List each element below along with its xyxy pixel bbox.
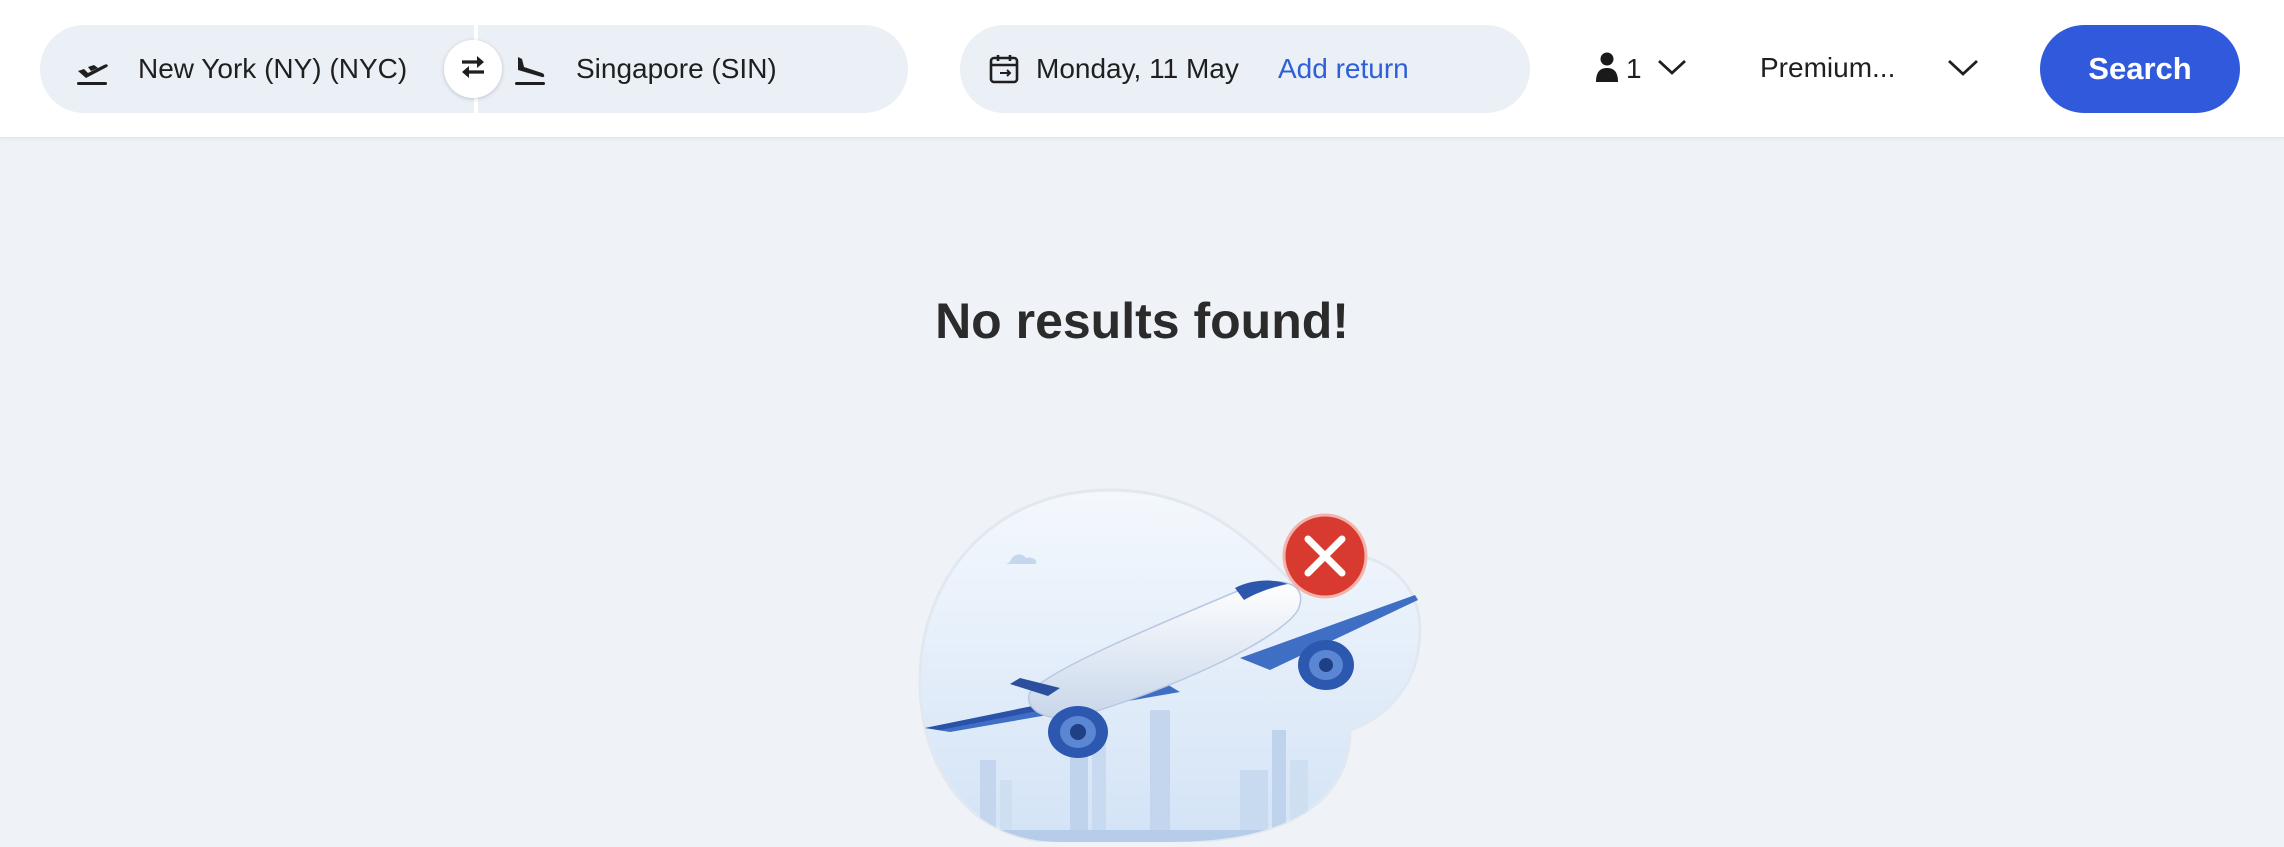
chevron-down-icon — [1656, 57, 1688, 82]
plane-landing-icon — [512, 53, 548, 92]
person-icon — [1594, 51, 1620, 88]
close-circle-icon — [1282, 513, 1368, 599]
calendar-icon — [988, 53, 1020, 90]
add-return-link[interactable]: Add return — [1278, 53, 1409, 85]
departure-date: Monday, 11 May — [1036, 53, 1239, 84]
cabin-class-selector[interactable]: Premium... — [1760, 48, 1980, 90]
origin-field[interactable]: New York (NY) (NYC) — [40, 25, 474, 113]
passenger-selector[interactable]: 1 — [1594, 48, 1688, 90]
plane-takeoff-icon — [74, 53, 110, 92]
destination-value: Singapore (SIN) — [576, 53, 777, 84]
chevron-down-icon — [1946, 56, 1980, 83]
swap-arrows-icon — [458, 54, 488, 85]
destination-field[interactable]: Singapore (SIN) — [478, 25, 908, 113]
swap-button[interactable] — [444, 40, 502, 98]
no-results-illustration — [910, 470, 1430, 844]
passenger-count: 1 — [1626, 53, 1642, 84]
no-results-heading: No results found! — [935, 293, 1349, 349]
date-field[interactable]: Monday, 11 May Add return — [960, 25, 1530, 113]
cabin-class-value: Premium... — [1760, 52, 1896, 83]
search-bar: New York (NY) (NYC) Singapore (SIN) Mond… — [0, 0, 2284, 138]
origin-value: New York (NY) (NYC) — [138, 53, 408, 84]
search-button[interactable]: Search — [2040, 25, 2240, 113]
